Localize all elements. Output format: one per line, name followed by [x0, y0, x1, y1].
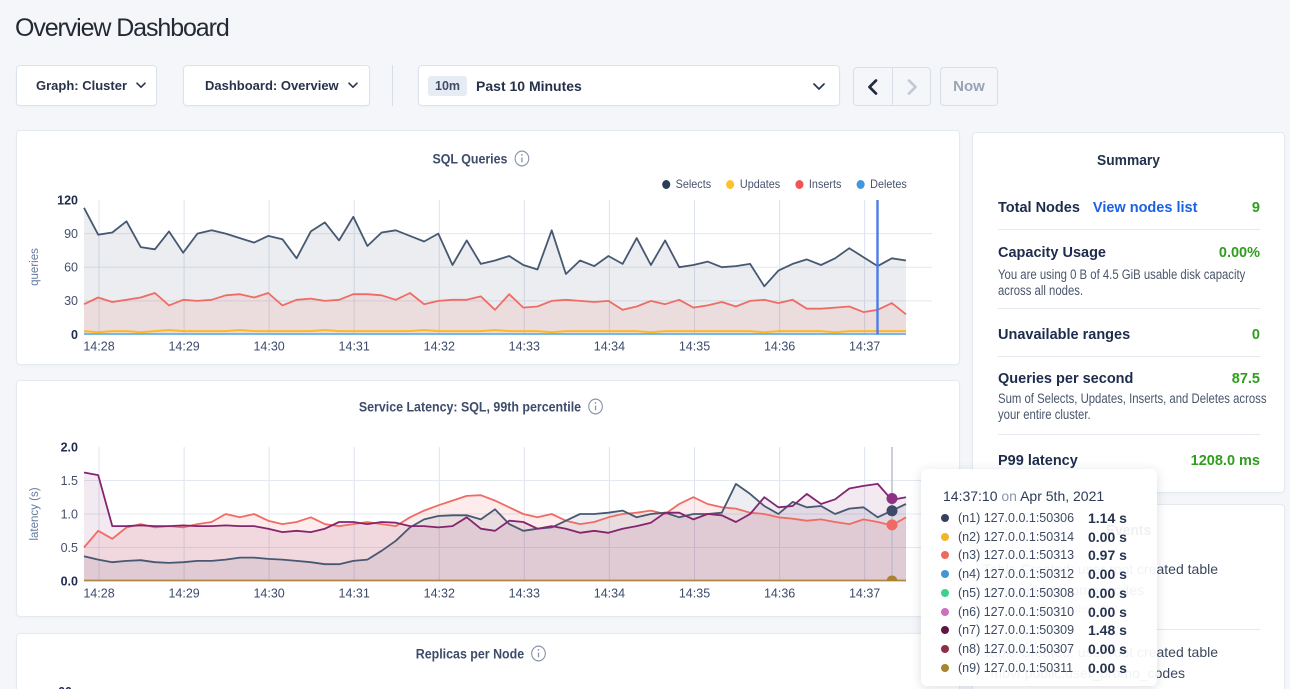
- svg-text:0.0: 0.0: [61, 575, 78, 589]
- svg-text:1.0: 1.0: [61, 508, 78, 522]
- svg-text:14:36: 14:36: [764, 340, 795, 354]
- svg-text:14:32: 14:32: [424, 340, 455, 354]
- svg-text:14:35: 14:35: [679, 587, 710, 601]
- svg-text:1.5: 1.5: [61, 474, 78, 488]
- svg-text:14:35: 14:35: [679, 340, 710, 354]
- svg-text:14:36: 14:36: [764, 587, 795, 601]
- svg-text:14:29: 14:29: [168, 340, 199, 354]
- svg-text:30: 30: [64, 294, 78, 308]
- svg-text:90: 90: [64, 227, 78, 241]
- svg-text:14:34: 14:34: [594, 340, 625, 354]
- svg-text:14:28: 14:28: [83, 587, 114, 601]
- svg-text:2.0: 2.0: [61, 441, 78, 455]
- svg-text:14:30: 14:30: [253, 340, 284, 354]
- svg-text:60: 60: [64, 261, 78, 275]
- svg-text:14:34: 14:34: [594, 587, 625, 601]
- svg-text:14:33: 14:33: [509, 587, 540, 601]
- svg-text:14:30: 14:30: [253, 587, 284, 601]
- svg-text:14:37: 14:37: [849, 340, 880, 354]
- svg-text:0: 0: [71, 328, 78, 342]
- svg-text:0.5: 0.5: [61, 541, 78, 555]
- svg-text:latency (s): latency (s): [29, 487, 41, 540]
- svg-text:14:31: 14:31: [339, 340, 370, 354]
- svg-text:14:31: 14:31: [339, 587, 370, 601]
- svg-text:14:37: 14:37: [849, 587, 880, 601]
- svg-text:14:33: 14:33: [509, 340, 540, 354]
- svg-text:queries: queries: [29, 248, 41, 286]
- svg-text:14:29: 14:29: [168, 587, 199, 601]
- svg-text:14:28: 14:28: [83, 340, 114, 354]
- svg-text:14:32: 14:32: [424, 587, 455, 601]
- svg-text:120: 120: [57, 194, 78, 208]
